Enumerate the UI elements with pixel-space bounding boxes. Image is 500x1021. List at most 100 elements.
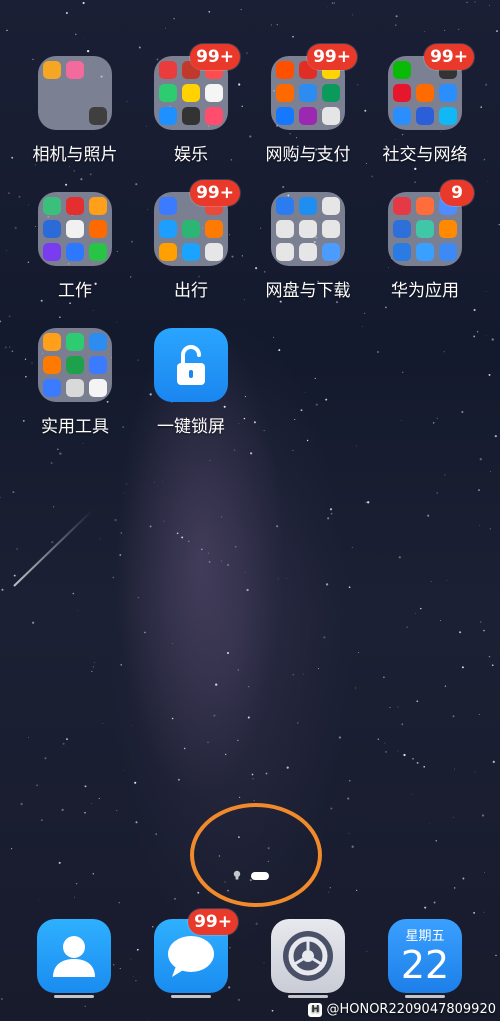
- star: [371, 175, 374, 178]
- star: [207, 741, 209, 744]
- star: [69, 166, 71, 168]
- star: [420, 607, 422, 610]
- star: [52, 506, 55, 508]
- star: [57, 448, 59, 451]
- star: [69, 302, 71, 305]
- folder-huawei-apps[interactable]: 9 华为应用: [370, 180, 480, 301]
- star: [135, 821, 138, 824]
- folder-app-icon: [89, 84, 107, 102]
- settings-app[interactable]: [271, 919, 345, 993]
- folder-entertainment[interactable]: 99+ 娱乐: [136, 44, 246, 165]
- folder-travel[interactable]: 99+ 出行: [136, 180, 246, 301]
- folder-app-icon: [322, 107, 340, 125]
- home-page-indicator-icon[interactable]: [233, 870, 241, 880]
- star: [466, 1, 468, 4]
- star: [330, 807, 333, 810]
- folder-app-icon: [89, 379, 107, 397]
- folder-label: 工作: [58, 281, 92, 301]
- folder-label: 娱乐: [174, 145, 208, 165]
- folder-work[interactable]: 工作: [20, 192, 130, 301]
- star: [73, 170, 75, 172]
- folder-social-network[interactable]: 99+ 社交与网络: [370, 44, 480, 165]
- folder-app-icon: [439, 107, 457, 125]
- star: [138, 46, 141, 49]
- star: [135, 980, 137, 982]
- folder-app-icon: [66, 333, 84, 351]
- folder-app-icon: [299, 243, 317, 261]
- star: [221, 560, 222, 562]
- folder-camera-photos[interactable]: 相机与照片: [20, 56, 130, 165]
- dock-indicator: [405, 995, 445, 998]
- star: [252, 778, 254, 780]
- folder-app-icon: [205, 84, 223, 102]
- folder-app-icon: [43, 220, 61, 238]
- star: [414, 167, 417, 171]
- notification-badge: 9: [440, 180, 474, 206]
- star: [318, 668, 319, 670]
- star: [120, 532, 123, 534]
- star: [348, 586, 351, 589]
- star: [334, 2, 336, 4]
- star: [400, 420, 402, 422]
- calendar-app[interactable]: 星期五 22: [388, 919, 462, 993]
- star: [131, 240, 133, 243]
- folder-app-icon: [439, 84, 457, 102]
- star: [226, 563, 230, 567]
- star: [234, 545, 237, 548]
- star: [92, 872, 95, 875]
- star: [273, 336, 274, 338]
- star: [436, 417, 438, 419]
- star: [401, 723, 404, 726]
- folder-cloud-download[interactable]: 网盘与下载: [253, 192, 363, 301]
- star: [485, 291, 487, 292]
- highlight-circle: [190, 803, 322, 907]
- star: [385, 750, 387, 753]
- star: [385, 306, 387, 309]
- folder-app-icon: [393, 61, 411, 79]
- one-tap-lock-app[interactable]: 一键锁屏: [136, 328, 246, 437]
- star: [1, 998, 3, 1000]
- star: [480, 621, 482, 623]
- folder-app-icon: [205, 220, 223, 238]
- star: [16, 548, 18, 550]
- folder-app-icon: [182, 84, 200, 102]
- star: [0, 496, 1, 499]
- star: [112, 576, 115, 579]
- folder-shopping-payment[interactable]: 99+ 网购与支付: [253, 44, 363, 165]
- star: [270, 24, 272, 26]
- star: [233, 449, 236, 451]
- star: [4, 346, 7, 349]
- contacts-app[interactable]: [37, 919, 111, 993]
- star: [51, 540, 54, 544]
- watermark: H @HONOR2209047809920: [308, 1002, 496, 1017]
- folder-app-icon: [89, 107, 107, 125]
- folder-app-icon: [299, 84, 317, 102]
- folder-tile: 99+: [388, 44, 474, 130]
- star: [473, 308, 476, 312]
- star: [377, 351, 379, 353]
- star: [327, 517, 330, 520]
- star: [483, 629, 485, 632]
- star: [424, 906, 427, 909]
- star: [123, 770, 124, 771]
- messages-app[interactable]: 99+: [154, 909, 238, 993]
- star: [155, 833, 157, 835]
- star: [248, 686, 250, 688]
- star: [351, 14, 353, 16]
- star: [424, 31, 426, 33]
- star: [209, 459, 211, 462]
- folder-app-icon: [89, 243, 107, 261]
- star: [433, 901, 436, 904]
- page-indicator-current[interactable]: [251, 872, 269, 880]
- notification-badge: 99+: [307, 44, 357, 70]
- folder-tile: 99+: [271, 44, 357, 130]
- star: [430, 580, 432, 583]
- folder-utilities[interactable]: 实用工具: [20, 328, 130, 437]
- star: [331, 2, 334, 4]
- star: [247, 716, 250, 719]
- folder-app-icon: [393, 107, 411, 125]
- star: [213, 714, 216, 717]
- folder-app-icon: [182, 107, 200, 125]
- star: [91, 670, 93, 672]
- star: [133, 976, 134, 977]
